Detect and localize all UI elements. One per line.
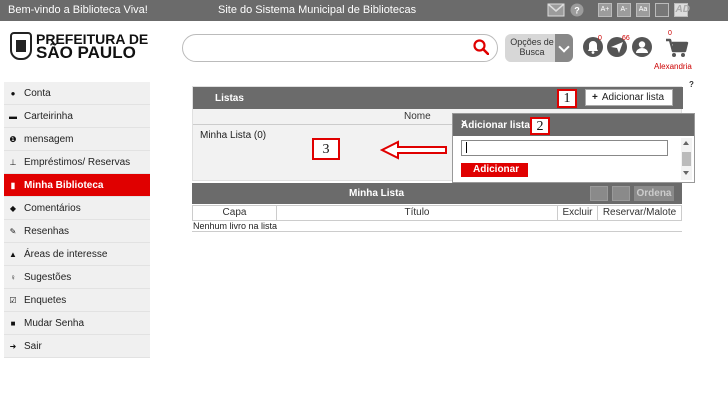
svg-text:?: ?: [574, 6, 580, 16]
prefeitura-logo[interactable]: PREFEITURA DE SÃO PAULO: [10, 32, 148, 62]
sidebar-item-resenhas[interactable]: ✎ Resenhas: [4, 220, 150, 243]
sidebar-item-label: Áreas de interesse: [24, 248, 108, 260]
comment-icon: ◆: [9, 203, 17, 213]
minha-lista-title: Minha Lista: [349, 188, 405, 199]
search-options-button[interactable]: Opções de Busca: [505, 34, 573, 62]
list-name-input[interactable]: [461, 140, 668, 156]
sidebar-item-label: Mudar Senha: [24, 317, 85, 329]
column-header-capa: Capa: [193, 206, 277, 220]
sidebar-item-label: Sair: [24, 340, 42, 352]
share-button[interactable]: [612, 186, 630, 201]
sidebar-item-sair[interactable]: ➜ Sair: [4, 335, 150, 358]
info-icon: ❶: [9, 134, 17, 144]
ad-label: AD: [675, 4, 690, 15]
city-seal-icon: [10, 32, 32, 60]
message-count: 66: [622, 35, 630, 42]
annotation-marker-2: 2: [530, 117, 550, 135]
search-input[interactable]: [193, 41, 463, 55]
listas-title: Listas: [215, 93, 244, 104]
annotation-marker-3: 3: [312, 138, 340, 160]
help-icon[interactable]: ?: [689, 80, 694, 89]
sidebar-item-label: Comentários: [24, 202, 81, 214]
sidebar-item-label: Minha Biblioteca: [24, 179, 104, 191]
thumbs-up-icon: ▲: [9, 249, 17, 259]
add-button[interactable]: Adicionar: [461, 163, 528, 177]
pin-icon: ⊥: [9, 157, 17, 167]
annotation-marker-1: 1: [557, 89, 577, 108]
cart-count: 0: [668, 30, 672, 37]
add-list-dialog: Adicionar lista × Adicionar: [452, 113, 695, 183]
bulb-icon: ♀: [10, 272, 16, 282]
mail-icon[interactable]: [547, 3, 565, 17]
column-header-reservar: Reservar/Malote: [602, 207, 677, 218]
text-caret: [466, 142, 467, 153]
chevron-down-icon: [555, 34, 573, 62]
dialog-header: Adicionar lista ×: [453, 114, 694, 136]
sidebar-item-enquetes[interactable]: ☑ Enquetes: [4, 289, 150, 312]
close-icon[interactable]: ×: [461, 118, 688, 129]
contrast-dark-button[interactable]: [655, 3, 669, 17]
search-options-label: Opções de Busca: [510, 37, 554, 57]
font-decrease-button[interactable]: A-: [617, 3, 631, 17]
top-bar: Bem-vindo a Biblioteca Viva! Site do Sis…: [0, 0, 728, 21]
minha-lista-table-header: Capa Título Excluir Reservar/Malote: [192, 205, 682, 221]
help-circle-icon[interactable]: ?: [570, 3, 584, 17]
accessibility-toolbar: ? A+ A- Aa: [547, 3, 688, 17]
empty-list-message: Nenhum livro na lista: [193, 221, 278, 231]
site-title[interactable]: Site do Sistema Municipal de Bibliotecas: [218, 4, 416, 16]
scroll-thumb[interactable]: [682, 152, 691, 166]
sidebar-item-comentarios[interactable]: ◆ Comentários: [4, 197, 150, 220]
sidebar-item-minha-biblioteca[interactable]: ▮ Minha Biblioteca: [4, 174, 150, 197]
column-header-titulo: Título: [277, 206, 558, 220]
column-header-nome: Nome: [404, 111, 431, 122]
list-item[interactable]: Minha Lista (0): [200, 130, 266, 141]
pencil-icon: ✎: [9, 226, 17, 236]
search-icon[interactable]: [473, 39, 489, 55]
sidebar-item-label: Empréstimos/ Reservas: [24, 156, 131, 168]
dialog-scrollbar[interactable]: [681, 138, 692, 180]
font-reset-button[interactable]: Aa: [636, 3, 650, 17]
card-icon: ▬: [9, 111, 17, 121]
sidebar-item-label: Resenhas: [24, 225, 70, 237]
sidebar-item-conta[interactable]: ● Conta: [4, 82, 150, 105]
user-name[interactable]: Alexandria: [654, 62, 692, 71]
user-avatar-icon[interactable]: [631, 36, 653, 58]
sidebar-item-label: Enquetes: [24, 294, 67, 306]
logout-icon: ➜: [9, 341, 17, 351]
font-increase-button[interactable]: A+: [598, 3, 612, 17]
lock-icon: ■: [10, 318, 16, 328]
plus-icon: +: [592, 92, 598, 103]
sidebar-item-label: mensagem: [24, 133, 74, 145]
sidebar-item-mensagem[interactable]: ❶ mensagem: [4, 128, 150, 151]
sidebar-item-emprestimos[interactable]: ⊥ Empréstimos/ Reservas: [4, 151, 150, 174]
sidebar-item-carteirinha[interactable]: ▬ Carteirinha: [4, 105, 150, 128]
add-list-label: Adicionar lista: [601, 92, 665, 103]
print-button[interactable]: [590, 186, 608, 201]
sidebar-item-sugestoes[interactable]: ♀ Sugestões: [4, 266, 150, 289]
sidebar-item-label: Carteirinha: [24, 110, 73, 122]
sidebar-item-mudar-senha[interactable]: ■ Mudar Senha: [4, 312, 150, 335]
user-icon: ●: [10, 88, 16, 98]
notification-count: 0: [598, 35, 602, 42]
add-list-button[interactable]: + Adicionar lista: [585, 89, 673, 106]
cart-icon[interactable]: [664, 36, 690, 58]
logo-line-2: SÃO PAULO: [36, 43, 136, 62]
divider: [193, 124, 453, 125]
sidebar-item-areas-de-interesse[interactable]: ▲ Áreas de interesse: [4, 243, 150, 266]
left-arrow-annotation-icon: [380, 140, 447, 160]
scroll-up-icon[interactable]: [683, 141, 689, 145]
scroll-down-icon[interactable]: [683, 171, 689, 175]
ordena-button[interactable]: Ordena: [634, 186, 674, 201]
book-icon: ▮: [10, 180, 16, 190]
sidebar: ● Conta ▬ Carteirinha ❶ mensagem ⊥ Empréstim…: [4, 82, 150, 358]
sidebar-item-label: Conta: [24, 87, 51, 99]
edit-icon: ☑: [9, 295, 17, 305]
divider: [192, 231, 682, 232]
minha-lista-header: Minha Lista: [192, 183, 682, 204]
column-header-excluir: Excluir: [558, 206, 598, 220]
search-box: [182, 34, 498, 62]
sidebar-item-label: Sugestões: [24, 271, 72, 283]
welcome-text: Bem-vindo a Biblioteca Viva!: [8, 4, 148, 16]
